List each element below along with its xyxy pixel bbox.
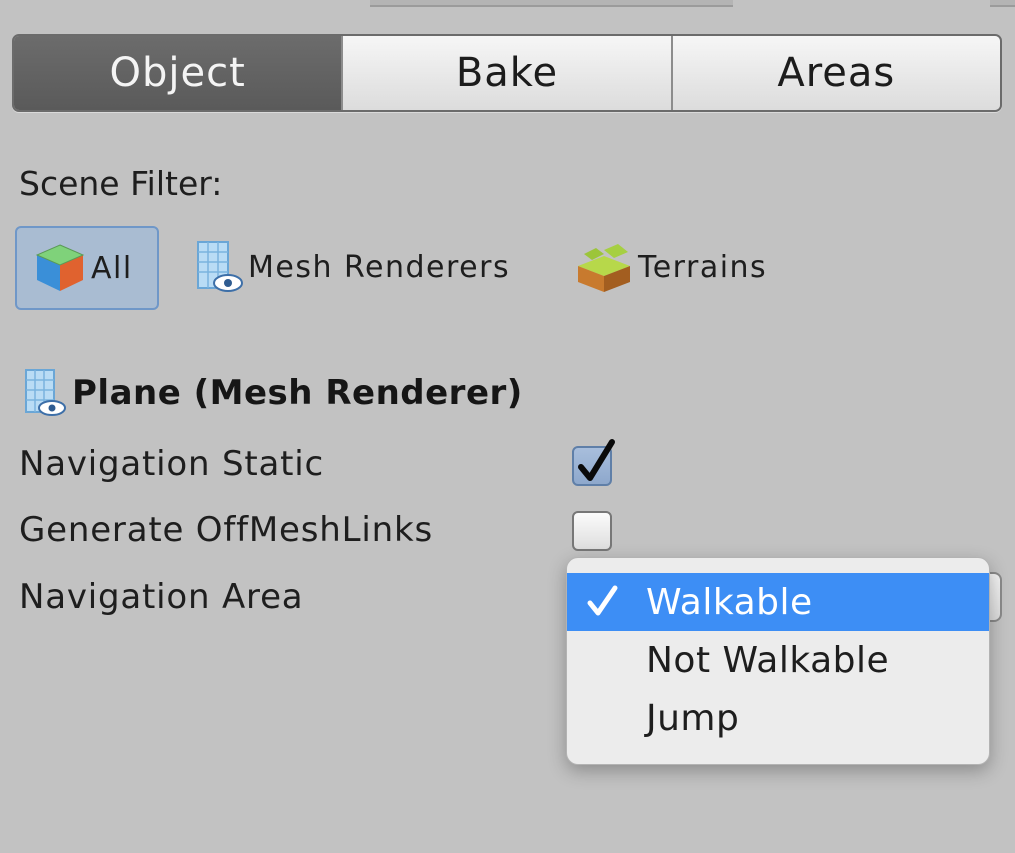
object-header: Plane (Mesh Renderer) — [22, 368, 523, 418]
mesh-renderer-icon — [22, 368, 68, 418]
menu-item-label: Jump — [646, 697, 740, 739]
filter-mesh-renderers-label: Mesh Renderers — [248, 249, 511, 285]
menu-item-label: Walkable — [646, 581, 813, 623]
generate-offmeshlinks-label: Generate OffMeshLinks — [19, 510, 433, 550]
terrain-icon — [574, 240, 634, 294]
filter-all-label: All — [91, 250, 133, 286]
navigation-tabs: Object Bake Areas — [12, 34, 1002, 112]
navigation-area-label: Navigation Area — [19, 577, 304, 617]
filter-terrains-button[interactable]: Terrains — [574, 240, 767, 294]
generate-offmeshlinks-checkbox[interactable] — [572, 511, 612, 551]
filter-mesh-renderers-button[interactable]: Mesh Renderers — [194, 240, 510, 294]
scene-filter-label: Scene Filter: — [19, 164, 223, 203]
menu-item-not-walkable[interactable]: Not Walkable — [567, 631, 989, 689]
tab-areas[interactable]: Areas — [670, 36, 1000, 110]
navigation-static-label: Navigation Static — [19, 444, 325, 484]
navigation-area-menu: Walkable Not Walkable Jump — [566, 557, 990, 765]
tab-object[interactable]: Object — [14, 36, 342, 110]
mesh-renderer-icon — [194, 240, 244, 294]
cube-icon — [33, 242, 87, 294]
menu-item-label: Not Walkable — [646, 639, 890, 681]
window-tab-edge — [990, 0, 1015, 7]
navigation-static-checkbox[interactable] — [572, 439, 615, 486]
filter-terrains-label: Terrains — [638, 249, 768, 285]
tab-bake[interactable]: Bake — [341, 36, 671, 110]
menu-item-jump[interactable]: Jump — [567, 689, 989, 747]
top-tab-strip — [0, 0, 1015, 8]
checkmark-icon — [585, 583, 621, 628]
menu-item-walkable[interactable]: Walkable — [567, 573, 989, 631]
checkmark-icon — [578, 439, 615, 481]
filter-all-button[interactable]: All — [15, 226, 159, 310]
window-tab-edge — [370, 0, 733, 7]
object-title: Plane (Mesh Renderer) — [72, 373, 523, 413]
